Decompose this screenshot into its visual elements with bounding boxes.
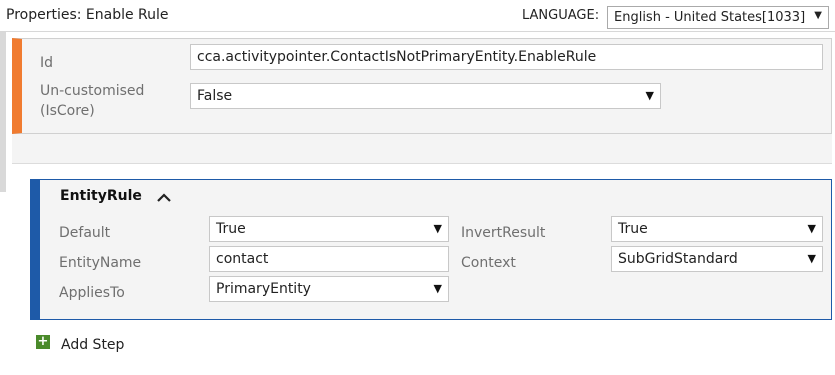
default-select-value: True — [216, 221, 246, 237]
invertresult-select[interactable]: True ▼ — [611, 216, 823, 242]
plus-icon: + — [36, 334, 50, 349]
chevron-down-icon: ▼ — [433, 282, 442, 295]
default-label: Default — [59, 225, 111, 241]
header-divider — [0, 31, 835, 32]
language-label: LANGUAGE: — [522, 8, 600, 23]
general-properties-section: Id cca.activitypointer.ContactIsNotPrima… — [12, 38, 832, 134]
left-scroll-strip — [0, 32, 6, 192]
id-field[interactable]: cca.activitypointer.ContactIsNotPrimaryE… — [190, 44, 823, 70]
context-label: Context — [461, 255, 516, 271]
iscore-select[interactable]: False ▼ — [190, 83, 661, 109]
chevron-down-icon: ▼ — [807, 222, 816, 235]
context-select[interactable]: SubGridStandard ▼ — [611, 246, 823, 272]
panel-title: Properties: Enable Rule — [6, 7, 169, 23]
invertresult-select-value: True — [618, 221, 648, 237]
context-select-value: SubGridStandard — [618, 251, 738, 267]
properties-header: Properties: Enable Rule LANGUAGE: Englis… — [0, 0, 835, 32]
entityname-field[interactable]: contact — [209, 246, 449, 272]
language-select[interactable]: English - United States[1033] ▼ — [607, 6, 829, 29]
chevron-down-icon: ▼ — [807, 252, 816, 265]
chevron-down-icon: ▼ — [645, 89, 654, 102]
chevron-up-icon[interactable] — [154, 189, 174, 205]
entity-rule-panel: EntityRule Default True ▼ EntityName con… — [30, 179, 832, 320]
section-spacer-band — [12, 134, 832, 164]
entity-rule-title: EntityRule — [60, 188, 142, 204]
appliesto-select[interactable]: PrimaryEntity ▼ — [209, 276, 449, 302]
appliesto-select-value: PrimaryEntity — [216, 281, 311, 297]
default-select[interactable]: True ▼ — [209, 216, 449, 242]
iscore-label-line1: Un-customised — [40, 83, 145, 99]
iscore-select-value: False — [197, 88, 233, 104]
appliesto-label: AppliesTo — [59, 285, 125, 301]
entityname-label: EntityName — [59, 255, 142, 271]
language-select-value: English - United States[1033] — [614, 10, 806, 25]
invertresult-label: InvertResult — [461, 225, 546, 241]
chevron-down-icon: ▼ — [433, 222, 442, 235]
id-label: Id — [40, 55, 54, 71]
iscore-label-line2: (IsCore) — [40, 103, 95, 119]
add-step-label: Add Step — [61, 337, 125, 353]
chevron-down-icon: ▼ — [814, 10, 822, 21]
